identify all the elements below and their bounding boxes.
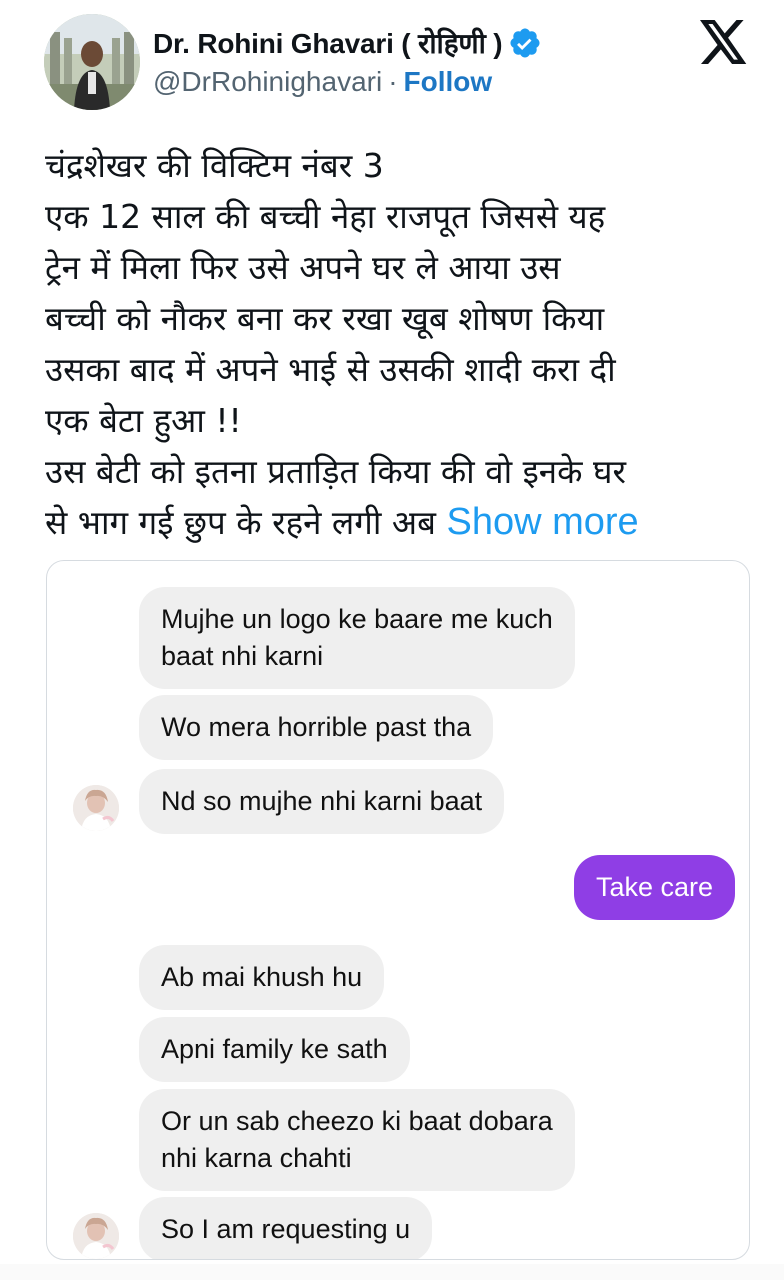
message-text-line: Mujhe un logo ke baare me kuch [161,604,553,634]
sender-avatar[interactable] [73,785,119,831]
tweet-text: चंद्रशेखर की विक्टिम नंबर 3 एक 12 साल की… [45,140,765,548]
message-text-line: Nd so mujhe nhi karni baat [161,786,483,816]
author-avatar[interactable] [44,14,140,110]
message-text-line: Wo mera horrible past tha [161,712,472,742]
follow-button[interactable]: Follow [404,66,493,97]
sender-avatar[interactable] [73,1213,119,1259]
tweet-text-line: एक बेटा हुआ !! [45,401,242,440]
x-logo-icon[interactable] [700,20,748,64]
handle-separator: · [388,66,398,97]
tweet-text-line: बच्ची को नौकर बना कर रखा खूब शोषण किया [45,299,605,338]
author-handle[interactable]: @DrRohinighavari [153,66,382,97]
bottom-edge [0,1264,784,1280]
received-message-bubble: Wo mera horrible past tha [139,695,494,760]
received-message-bubble: Mujhe un logo ke baare me kuch baat nhi k… [139,587,575,689]
chat-screenshot-media[interactable]: Mujhe un logo ke baare me kuch baat nhi k… [46,560,750,1260]
show-more-link[interactable]: Show more [446,501,638,543]
message-text-line: baat nhi karni [161,641,324,671]
tweet-text-tail: से भाग गई छुप के रहने लगी अब [45,503,436,542]
received-message-bubble: Or un sab cheezo ki baat dobara nhi karna… [139,1089,575,1191]
message-text-line: Ab mai khush hu [161,962,363,992]
received-message-bubble: Ab mai khush hu [139,945,385,1010]
received-message-bubble: Apni family ke sath [139,1017,410,1082]
message-text-line: Or un sab cheezo ki baat dobara [161,1106,553,1136]
received-message-bubble: So I am requesting u [139,1197,433,1259]
author-handle-row: @DrRohinighavari · Follow [153,66,492,98]
sent-message-bubble: Take care [573,855,735,920]
message-text-line: Apni family ke sath [161,1034,388,1064]
tweet-text-line: उसका बाद में अपने भाई से उसकी शादी करा द… [45,350,616,389]
tweet-card: Dr. Rohini Ghavari ( रोहिणी ) @DrRohinig… [0,0,784,1280]
tweet-text-line: ट्रेन में मिला फिर उसे अपने घर ले आया उस [45,248,561,287]
author-name-row: Dr. Rohini Ghavari ( रोहिणी ) [153,24,542,62]
tweet-text-line: एक 12 साल की बच्ची नेहा राजपूत जिससे यह [45,197,606,236]
received-message-bubble: Nd so mujhe nhi karni baat [139,769,505,834]
verified-badge-icon [508,26,542,60]
message-text-line: So I am requesting u [161,1214,411,1244]
tweet-text-last-line: से भाग गई छुप के रहने लगी अब Show more [45,497,765,548]
message-text-line: nhi karna chahti [161,1143,352,1173]
tweet-text-line: चंद्रशेखर की विक्टिम नंबर 3 [45,146,384,185]
tweet-text-line: उस बेटी को इतना प्रताड़ित किया की वो इनक… [45,452,626,491]
cropped-header-fragment [207,561,407,565]
author-display-name[interactable]: Dr. Rohini Ghavari ( रोहिणी ) [153,24,503,62]
message-text-line: Take care [595,872,713,902]
author-photo [44,14,140,110]
